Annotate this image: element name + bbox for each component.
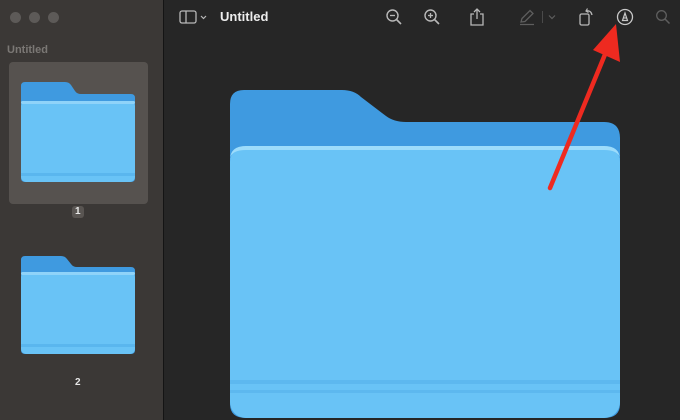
close-window-button[interactable]	[10, 12, 21, 23]
folder-thumbnail-icon	[21, 256, 135, 354]
share-button[interactable]	[466, 6, 488, 28]
sidebar-document-title: Untitled	[7, 44, 48, 56]
page-number-2: 2	[75, 377, 81, 388]
search-button[interactable]	[652, 6, 674, 28]
pencil-icon	[520, 9, 534, 26]
toolbar-separator	[542, 11, 543, 23]
share-icon	[470, 8, 484, 26]
markup-button[interactable]	[614, 6, 636, 28]
highlight-button[interactable]	[516, 6, 538, 28]
zoom-window-button[interactable]	[48, 12, 59, 23]
sidebar-icon	[179, 10, 207, 24]
thumbnail-sidebar: Untitled 1 2	[0, 0, 164, 420]
toolbar: Untitled	[164, 0, 680, 34]
document-view[interactable]	[164, 34, 680, 420]
zoom-in-button[interactable]	[421, 6, 443, 28]
zoom-in-icon	[424, 9, 440, 25]
page-number-1: 1	[72, 206, 84, 218]
document-title: Untitled	[220, 9, 269, 24]
minimize-window-button[interactable]	[29, 12, 40, 23]
folder-image	[230, 90, 620, 418]
page-thumbnail-2[interactable]	[9, 238, 148, 380]
rotate-icon	[579, 8, 593, 26]
window-controls	[10, 12, 59, 23]
zoom-out-icon	[386, 9, 402, 25]
markup-icon	[616, 8, 634, 26]
folder-thumbnail-icon	[21, 82, 135, 182]
page-thumbnail-1[interactable]	[9, 62, 148, 204]
chevron-down-icon	[548, 15, 556, 20]
rotate-button[interactable]	[575, 6, 597, 28]
sidebar-toggle-button[interactable]	[178, 6, 210, 28]
zoom-out-button[interactable]	[383, 6, 405, 28]
highlight-menu-button[interactable]	[545, 6, 559, 28]
search-icon	[656, 10, 671, 25]
